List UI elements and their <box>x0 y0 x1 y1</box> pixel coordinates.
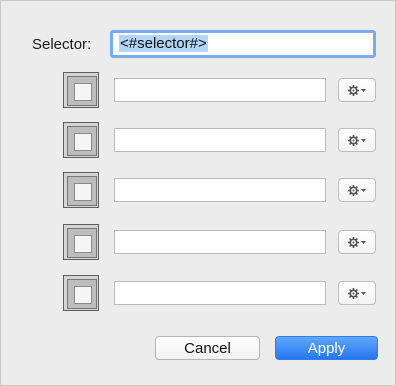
option-row <box>1 275 396 311</box>
row-style-button[interactable] <box>63 122 99 158</box>
option-row <box>1 122 396 158</box>
row-action-menu-button[interactable] <box>338 78 376 102</box>
nested-square-icon <box>67 228 97 258</box>
chevron-down-icon <box>361 291 366 295</box>
selector-input[interactable]: <#selector#> <box>110 30 376 58</box>
row-text-field[interactable] <box>114 281 326 305</box>
row-style-button[interactable] <box>63 224 99 260</box>
gear-icon <box>348 287 359 299</box>
row-style-button[interactable] <box>63 275 99 311</box>
row-style-button[interactable] <box>63 72 99 108</box>
gear-icon <box>348 134 359 146</box>
row-action-menu-button[interactable] <box>338 281 376 305</box>
row-action-menu-button[interactable] <box>338 128 376 152</box>
option-row <box>1 72 396 108</box>
apply-button[interactable]: Apply <box>275 336 378 360</box>
row-text-field[interactable] <box>114 78 326 102</box>
row-action-menu-button[interactable] <box>338 178 376 202</box>
cancel-button[interactable]: Cancel <box>155 336 260 360</box>
chevron-down-icon <box>361 188 366 192</box>
selector-label: Selector: <box>32 36 92 53</box>
row-style-button[interactable] <box>63 172 99 208</box>
nested-square-icon <box>67 76 97 106</box>
gear-icon <box>348 236 359 248</box>
row-text-field[interactable] <box>114 230 326 254</box>
option-row <box>1 224 396 260</box>
gear-icon <box>348 184 359 196</box>
nested-square-icon <box>67 176 97 206</box>
row-text-field[interactable] <box>114 178 326 202</box>
gear-icon <box>348 84 359 96</box>
chevron-down-icon <box>361 88 366 92</box>
selector-input-value: <#selector#> <box>119 35 208 52</box>
chevron-down-icon <box>361 138 366 142</box>
option-row <box>1 172 396 208</box>
nested-square-icon <box>67 126 97 156</box>
chevron-down-icon <box>361 240 366 244</box>
nested-square-icon <box>67 279 97 309</box>
dialog: Selector: <#selector#> Cancel Apply <box>0 0 396 386</box>
row-action-menu-button[interactable] <box>338 230 376 254</box>
row-text-field[interactable] <box>114 128 326 152</box>
